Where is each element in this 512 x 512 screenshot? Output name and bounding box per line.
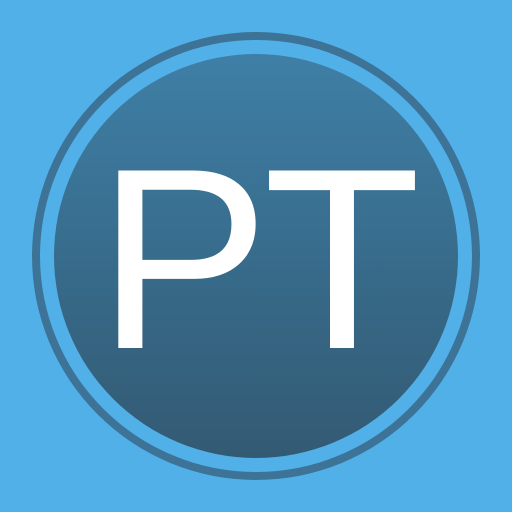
app-icon: PT (0, 0, 512, 512)
logo-monogram: PT (97, 114, 421, 403)
